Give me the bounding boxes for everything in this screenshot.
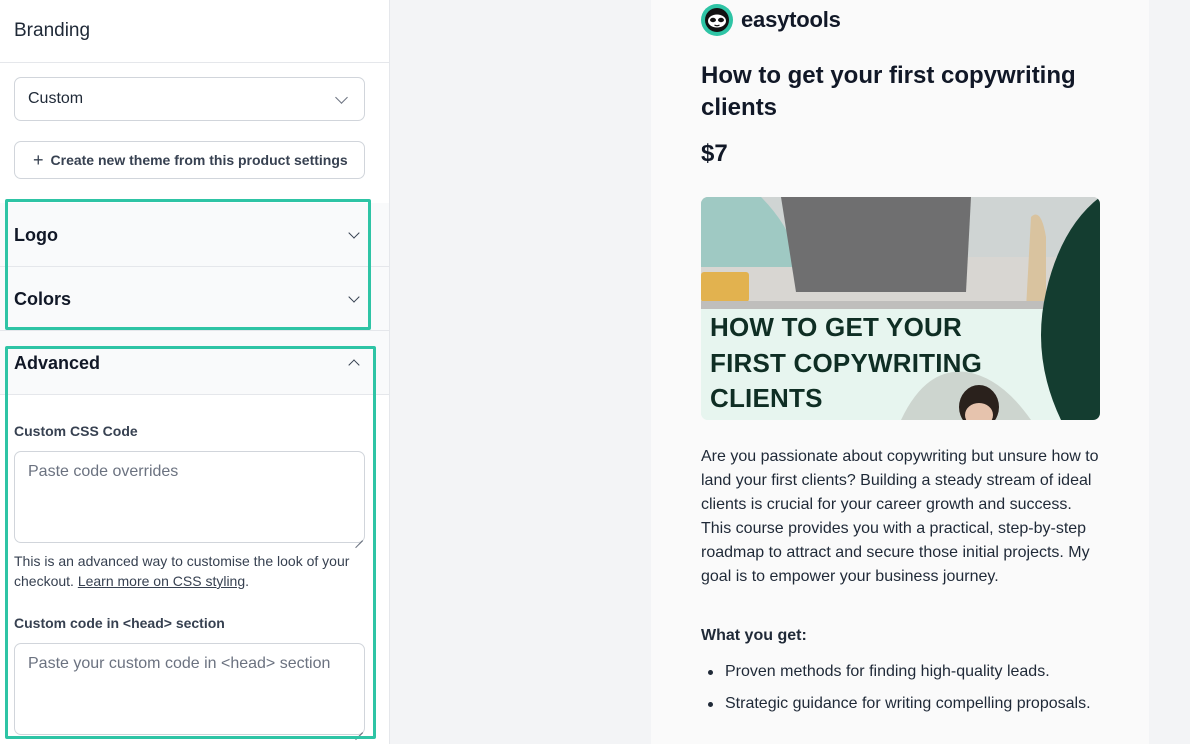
- what-you-get-heading: What you get:: [701, 627, 807, 644]
- list-item: Proven methods for finding high-quality …: [701, 660, 1101, 684]
- resize-handle-icon[interactable]: [353, 723, 363, 733]
- head-code-textarea[interactable]: [14, 643, 365, 735]
- resize-handle-icon[interactable]: [353, 531, 363, 541]
- create-theme-button[interactable]: + Create new theme from this product set…: [14, 141, 365, 179]
- sloth-logo-icon: [701, 4, 733, 36]
- accordion-advanced[interactable]: Advanced: [0, 331, 389, 395]
- checkout-preview: easytools How to get your first copywrit…: [651, 0, 1149, 744]
- css-styling-link[interactable]: Learn more on CSS styling: [78, 573, 245, 589]
- chevron-down-icon: [348, 291, 360, 303]
- accordion-logo-title: Logo: [14, 225, 58, 245]
- chevron-down-icon: [348, 227, 360, 239]
- brand-header: easytools: [701, 4, 841, 36]
- accordion-advanced-title: Advanced: [14, 353, 101, 373]
- benefits-list: Proven methods for finding high-quality …: [701, 660, 1101, 724]
- chevron-down-icon: [335, 91, 348, 104]
- brand-name: easytools: [741, 7, 841, 32]
- create-theme-button-label: Create new theme from this product setti…: [50, 152, 348, 168]
- custom-css-textarea[interactable]: [14, 451, 365, 543]
- plus-icon: +: [33, 150, 44, 170]
- panel-title: Branding: [0, 0, 389, 63]
- product-title: How to get your first copywriting client…: [701, 62, 1076, 121]
- list-item: Strategic guidance for writing compellin…: [701, 692, 1101, 716]
- product-description: Are you passionate about copywriting but…: [701, 448, 1099, 585]
- theme-select[interactable]: Custom: [14, 77, 365, 121]
- chevron-up-icon: [348, 359, 360, 371]
- accordion-colors-title: Colors: [14, 289, 72, 309]
- theme-select-value: Custom: [28, 90, 84, 107]
- css-help-text: This is an advanced way to customise the…: [14, 553, 350, 589]
- hero-headline: HOW TO GET YOUR FIRST COPYWRITING CLIENT…: [710, 312, 983, 413]
- head-code-label: Custom code in <head> section: [14, 615, 225, 631]
- accordion-logo[interactable]: Logo: [0, 203, 389, 267]
- product-hero-image: HOW TO GET YOUR FIRST COPYWRITING CLIENT…: [701, 197, 1100, 420]
- accordion-colors[interactable]: Colors: [0, 267, 389, 331]
- custom-css-label: Custom CSS Code: [14, 423, 138, 439]
- product-price: $7: [701, 140, 728, 167]
- branding-settings-panel: Branding Custom + Create new theme from …: [0, 0, 390, 744]
